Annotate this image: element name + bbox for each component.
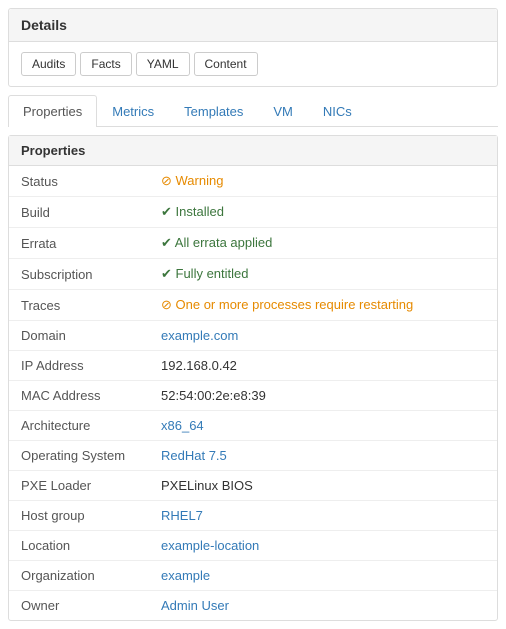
table-row: Traces ⊘ One or more processes require r… [9,290,497,321]
prop-value-ip: 192.168.0.42 [149,351,497,381]
prop-value-build: ✔ Installed [149,197,497,228]
table-row: Domain example.com [9,321,497,351]
tab-vm[interactable]: VM [258,95,308,127]
ok-icon: ✔ [161,204,176,219]
prop-key-errata: Errata [9,228,149,259]
status-warning-value: ⊘ Warning [161,173,223,188]
properties-heading: Properties [9,136,497,166]
prop-value-subscription: ✔ Fully entitled [149,259,497,290]
details-panel: Details Audits Facts YAML Content [8,8,498,87]
prop-value-location: example-location [149,531,497,561]
prop-key-os: Operating System [9,441,149,471]
prop-value-pxe: PXELinux BIOS [149,471,497,501]
prop-key-org: Organization [9,561,149,591]
warning-icon: ⊘ [161,173,176,188]
errata-ok-value: ✔ All errata applied [161,235,272,250]
facts-button[interactable]: Facts [80,52,131,76]
prop-value-hostgroup: RHEL7 [149,501,497,531]
prop-key-arch: Architecture [9,411,149,441]
owner-link[interactable]: Admin User [161,598,229,613]
prop-value-traces: ⊘ One or more processes require restarti… [149,290,497,321]
table-row: PXE Loader PXELinux BIOS [9,471,497,501]
ok-icon: ✔ [161,266,176,281]
table-row: MAC Address 52:54:00:2e:e8:39 [9,381,497,411]
architecture-link[interactable]: x86_64 [161,418,204,433]
tabs-bar: Properties Metrics Templates VM NICs [8,95,498,127]
traces-warning-value: ⊘ One or more processes require restarti… [161,297,413,312]
toolbar-buttons: Audits Facts YAML Content [21,52,485,76]
prop-key-build: Build [9,197,149,228]
prop-key-traces: Traces [9,290,149,321]
prop-key-domain: Domain [9,321,149,351]
table-row: Owner Admin User [9,591,497,621]
audits-button[interactable]: Audits [21,52,76,76]
prop-value-domain: example.com [149,321,497,351]
prop-value-mac: 52:54:00:2e:e8:39 [149,381,497,411]
domain-link[interactable]: example.com [161,328,238,343]
prop-key-subscription: Subscription [9,259,149,290]
tab-nics[interactable]: NICs [308,95,367,127]
table-row: Subscription ✔ Fully entitled [9,259,497,290]
prop-value-status: ⊘ Warning [149,166,497,197]
content-button[interactable]: Content [194,52,258,76]
prop-value-os: RedHat 7.5 [149,441,497,471]
properties-panel: Properties Status ⊘ Warning Build ✔ Inst… [8,135,498,621]
hostgroup-link[interactable]: RHEL7 [161,508,203,523]
table-row: Organization example [9,561,497,591]
panel-title: Details [9,9,497,42]
tab-templates[interactable]: Templates [169,95,258,127]
prop-key-mac: MAC Address [9,381,149,411]
prop-key-location: Location [9,531,149,561]
prop-key-pxe: PXE Loader [9,471,149,501]
panel-body: Audits Facts YAML Content [9,42,497,86]
table-row: IP Address 192.168.0.42 [9,351,497,381]
table-row: Host group RHEL7 [9,501,497,531]
prop-value-arch: x86_64 [149,411,497,441]
yaml-button[interactable]: YAML [136,52,190,76]
tab-properties[interactable]: Properties [8,95,97,127]
table-row: Architecture x86_64 [9,411,497,441]
prop-key-owner: Owner [9,591,149,621]
prop-key-ip: IP Address [9,351,149,381]
prop-value-org: example [149,561,497,591]
tab-metrics[interactable]: Metrics [97,95,169,127]
build-ok-value: ✔ Installed [161,204,224,219]
warning-icon: ⊘ [161,297,176,312]
prop-value-owner: Admin User [149,591,497,621]
os-link[interactable]: RedHat 7.5 [161,448,227,463]
table-row: Build ✔ Installed [9,197,497,228]
organization-link[interactable]: example [161,568,210,583]
properties-table: Status ⊘ Warning Build ✔ Installed Err [9,166,497,620]
table-row: Operating System RedHat 7.5 [9,441,497,471]
prop-key-status: Status [9,166,149,197]
prop-value-errata: ✔ All errata applied [149,228,497,259]
table-row: Errata ✔ All errata applied [9,228,497,259]
ok-icon: ✔ [161,235,175,250]
location-link[interactable]: example-location [161,538,259,553]
prop-key-hostgroup: Host group [9,501,149,531]
table-row: Location example-location [9,531,497,561]
subscription-ok-value: ✔ Fully entitled [161,266,249,281]
table-row: Status ⊘ Warning [9,166,497,197]
